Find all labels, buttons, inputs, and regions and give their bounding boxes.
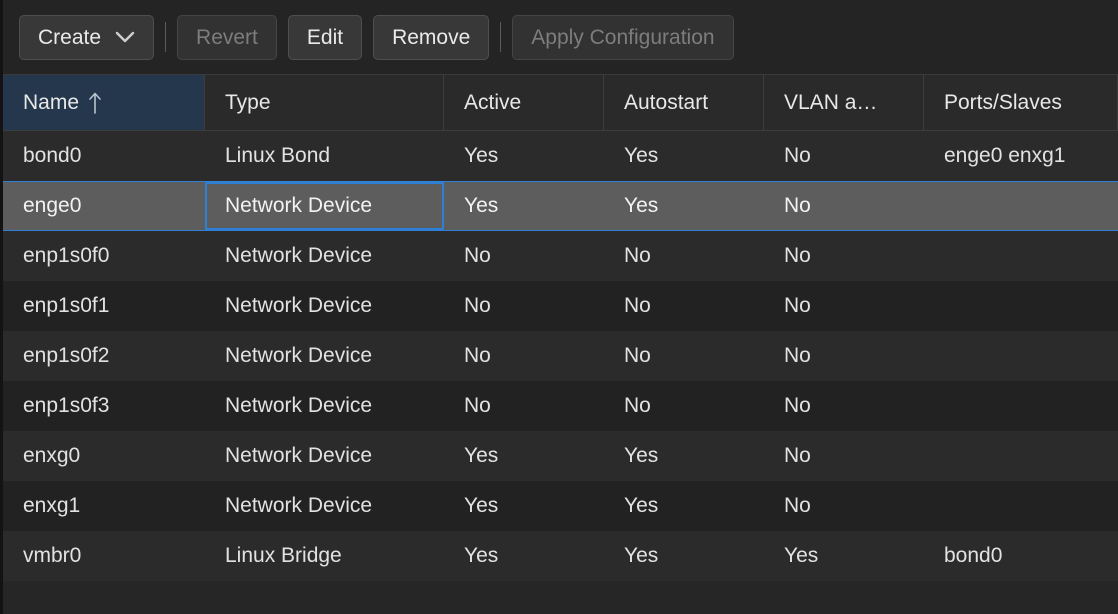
edit-button[interactable]: Edit (287, 14, 363, 60)
cell-name[interactable]: enxg1 (3, 481, 205, 531)
cell-type[interactable]: Network Device (205, 231, 444, 281)
cell-ports[interactable]: bond0 (924, 531, 1118, 581)
table-row[interactable]: enxg1 Network Device Yes Yes No (3, 481, 1118, 531)
cell-vlan[interactable]: No (764, 281, 924, 331)
toolbar-separator-1 (165, 22, 167, 52)
table-row[interactable]: enp1s0f2 Network Device No No No (3, 331, 1118, 381)
column-header-label: Type (225, 90, 271, 114)
create-button-label: Create (38, 25, 102, 49)
cell-name[interactable]: enp1s0f2 (3, 331, 205, 381)
table-row[interactable]: enge0 Network Device Yes Yes No (3, 181, 1118, 231)
cell-name[interactable]: vmbr0 (3, 531, 205, 581)
create-button[interactable]: Create (19, 14, 155, 60)
cell-type[interactable]: Network Device (205, 481, 444, 531)
cell-ports[interactable] (924, 231, 1118, 281)
cell-active[interactable]: No (444, 381, 604, 431)
table-row[interactable]: enxg0 Network Device Yes Yes No (3, 431, 1118, 481)
cell-auto[interactable]: Yes (604, 481, 764, 531)
cell-ports[interactable]: enge0 enxg1 (924, 131, 1118, 181)
cell-auto[interactable]: No (604, 381, 764, 431)
column-header-ports[interactable]: Ports/Slaves (924, 75, 1118, 130)
apply-configuration-button: Apply Configuration (512, 14, 734, 60)
cell-type[interactable]: Network Device (205, 281, 444, 331)
table-row[interactable]: bond0 Linux Bond Yes Yes No enge0 enxg1 (3, 131, 1118, 181)
column-header-type[interactable]: Type (205, 75, 444, 130)
edit-button-label: Edit (306, 25, 344, 49)
cell-name[interactable]: enge0 (3, 182, 205, 230)
remove-button-label: Remove (392, 25, 471, 49)
table-row[interactable]: enp1s0f1 Network Device No No No (3, 281, 1118, 331)
cell-active[interactable]: Yes (444, 182, 604, 230)
cell-vlan[interactable]: Yes (764, 531, 924, 581)
cell-vlan[interactable]: No (764, 381, 924, 431)
column-header-label: Autostart (624, 90, 709, 114)
cell-auto[interactable]: Yes (604, 531, 764, 581)
table-row[interactable]: enp1s0f0 Network Device No No No (3, 231, 1118, 281)
column-header-label: Name (23, 90, 80, 114)
cell-type[interactable]: Network Device (205, 381, 444, 431)
network-configuration-panel: Create Revert Edit Remove Apply Configuratio… (0, 0, 1118, 614)
cell-vlan[interactable]: No (764, 431, 924, 481)
column-header-auto[interactable]: Autostart (604, 75, 764, 130)
cell-type[interactable]: Linux Bridge (205, 531, 444, 581)
cell-auto[interactable]: No (604, 281, 764, 331)
cell-ports[interactable] (924, 381, 1118, 431)
cell-vlan[interactable]: No (764, 231, 924, 281)
table-body: bond0 Linux Bond Yes Yes No enge0 enxg1 enge0 N… (3, 131, 1118, 581)
cell-ports[interactable] (924, 431, 1118, 481)
cell-active[interactable]: Yes (444, 431, 604, 481)
cell-auto[interactable]: No (604, 231, 764, 281)
cell-type[interactable]: Network Device (205, 182, 444, 230)
cell-ports[interactable] (924, 281, 1118, 331)
column-header-name[interactable]: Name (3, 75, 205, 130)
cell-name[interactable]: bond0 (3, 131, 205, 181)
table-empty-area (3, 581, 1118, 614)
cell-ports[interactable] (924, 182, 1118, 230)
cell-active[interactable]: No (444, 331, 604, 381)
cell-auto[interactable]: Yes (604, 131, 764, 181)
cell-name[interactable]: enp1s0f0 (3, 231, 205, 281)
cell-active[interactable]: Yes (444, 531, 604, 581)
cell-active[interactable]: Yes (444, 481, 604, 531)
cell-active[interactable]: No (444, 231, 604, 281)
cell-auto[interactable]: Yes (604, 431, 764, 481)
table-row[interactable]: vmbr0 Linux Bridge Yes Yes Yes bond0 (3, 531, 1118, 581)
cell-name[interactable]: enxg0 (3, 431, 205, 481)
chevron-down-icon (115, 31, 135, 44)
cell-ports[interactable] (924, 481, 1118, 531)
cell-type[interactable]: Linux Bond (205, 131, 444, 181)
cell-vlan[interactable]: No (764, 182, 924, 230)
column-header-label: Active (464, 90, 522, 114)
column-header-label: Ports/Slaves (944, 90, 1062, 114)
cell-name[interactable]: enp1s0f1 (3, 281, 205, 331)
cell-type[interactable]: Network Device (205, 431, 444, 481)
cell-vlan[interactable]: No (764, 131, 924, 181)
cell-name[interactable]: enp1s0f3 (3, 381, 205, 431)
remove-button[interactable]: Remove (373, 14, 490, 60)
table-row[interactable]: enp1s0f3 Network Device No No No (3, 381, 1118, 431)
cell-active[interactable]: No (444, 281, 604, 331)
revert-button-label: Revert (196, 25, 258, 49)
column-header-active[interactable]: Active (444, 75, 604, 130)
cell-ports[interactable] (924, 331, 1118, 381)
cell-active[interactable]: Yes (444, 131, 604, 181)
arrow-up-icon (88, 91, 102, 115)
column-header-label: VLAN a… (784, 90, 878, 114)
toolbar: Create Revert Edit Remove Apply Configuratio… (3, 0, 1118, 75)
toolbar-separator-2 (500, 22, 502, 52)
cell-vlan[interactable]: No (764, 481, 924, 531)
cell-auto[interactable]: No (604, 331, 764, 381)
network-interfaces-table: Name Type Active Autostart VLAN a… Ports/Slav… (3, 75, 1118, 614)
cell-vlan[interactable]: No (764, 331, 924, 381)
column-header-vlan[interactable]: VLAN a… (764, 75, 924, 130)
revert-button: Revert (177, 14, 277, 60)
cell-type[interactable]: Network Device (205, 331, 444, 381)
cell-auto[interactable]: Yes (604, 182, 764, 230)
apply-configuration-button-label: Apply Configuration (531, 25, 715, 49)
table-header-row: Name Type Active Autostart VLAN a… Ports/Slav… (3, 75, 1118, 131)
